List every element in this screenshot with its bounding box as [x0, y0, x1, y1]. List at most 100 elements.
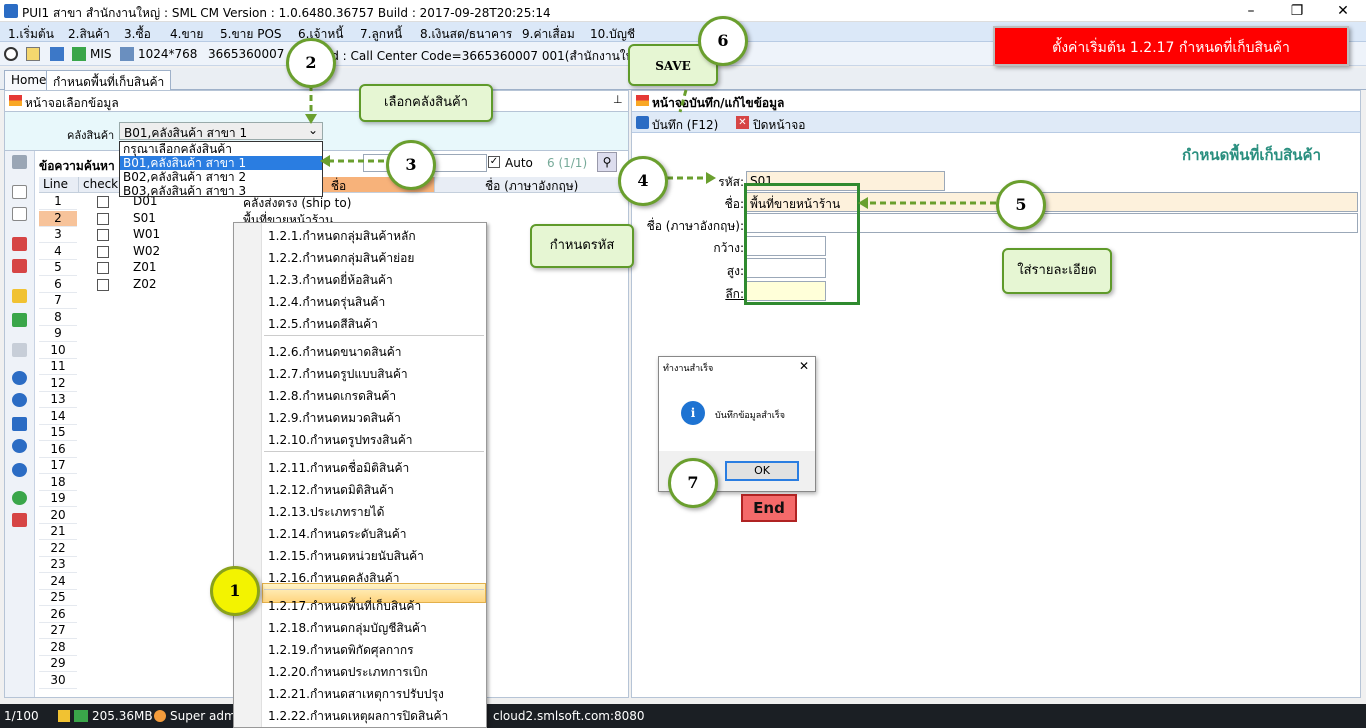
row-line-number[interactable]: 18 [39, 475, 77, 491]
row-line-number[interactable]: 8 [39, 310, 77, 326]
row-line-number[interactable]: 15 [39, 425, 77, 441]
list-icon[interactable] [12, 343, 27, 357]
close-icon[interactable]: ✕ [736, 116, 749, 129]
warehouse-select[interactable]: B01,คลังสินค้า สาขา 1 ⌄ [119, 122, 323, 140]
menu-item[interactable]: 1.2.5.กำหนดสีสินค้า [268, 315, 378, 333]
dropdown-option-selected[interactable]: B01,คลังสินค้า สาขา 1 [120, 156, 322, 170]
row-line-number[interactable]: 12 [39, 376, 77, 392]
menu-item[interactable]: 1.2.7.กำหนดรูปแบบสินค้า [268, 365, 408, 383]
menu-item[interactable]: 1.2.8.กำหนดเกรดสินค้า [268, 387, 396, 405]
menu-item[interactable]: 1.2.22.กำหนดเหตุผลการปิดสินค้า [268, 707, 448, 725]
menu-item[interactable]: 1.2.9.กำหนดหมวดสินค้า [268, 409, 401, 427]
menu-item[interactable]: 1.2.19.กำหนดพิกัดศุลกากร [268, 641, 414, 659]
export-icon[interactable] [12, 313, 27, 327]
row-line-number[interactable]: 7 [39, 293, 77, 309]
row-line-number[interactable]: 29 [39, 656, 77, 672]
col-line[interactable]: Line [39, 177, 79, 193]
row-line-number[interactable]: 1 [39, 194, 77, 210]
row-line-number[interactable]: 2 [39, 210, 77, 227]
menu-item[interactable]: 1.2.15.กำหนดหน่วยนับสินค้า [268, 547, 424, 565]
row-line-number[interactable]: 27 [39, 623, 77, 639]
save-button[interactable]: บันทึก (F12) [652, 116, 718, 135]
row-line-number[interactable]: 26 [39, 607, 77, 623]
menu-item[interactable]: 1.2.16.กำหนดคลังสินค้า [268, 569, 399, 587]
row-code[interactable]: Z02 [133, 277, 157, 291]
document-icon[interactable] [12, 185, 27, 199]
fast-forward-icon[interactable] [12, 417, 27, 431]
row-line-number[interactable]: 21 [39, 524, 77, 540]
row-line-number[interactable]: 22 [39, 541, 77, 557]
close-screen-button[interactable]: ปิดหน้าจอ [753, 116, 806, 135]
menu-item[interactable]: 1.2.3.กำหนดยี่ห้อสินค้า [268, 271, 393, 289]
row-line-number[interactable]: 20 [39, 508, 77, 524]
menu-item[interactable]: 1.2.4.กำหนดรุ่นสินค้า [268, 293, 385, 311]
row-code[interactable]: W02 [133, 244, 160, 258]
tab-storage-area[interactable]: กำหนดพื้นที่เก็บสินค้า [46, 70, 172, 90]
menu-item[interactable]: 1.2.18.กำหนดกลุ่มบัญชีสินค้า [268, 619, 427, 637]
close-red-icon[interactable] [12, 513, 27, 527]
menu-item[interactable]: 1.2.20.กำหนดประเภทการเบิก [268, 663, 428, 681]
auto-checkbox[interactable]: ✓ [488, 156, 500, 168]
row-line-number[interactable]: 28 [39, 640, 77, 656]
row-line-number[interactable]: 30 [39, 673, 77, 689]
arrow-down-icon[interactable] [12, 463, 27, 477]
dialog-close-icon[interactable]: ✕ [799, 359, 809, 373]
mis-label[interactable]: MIS [90, 47, 112, 61]
delete-doc-icon[interactable] [12, 259, 27, 273]
row-checkbox[interactable] [97, 278, 109, 291]
row-line-number[interactable]: 11 [39, 359, 77, 375]
row-checkbox[interactable] [97, 212, 109, 225]
checklist-icon[interactable] [12, 237, 27, 251]
pin-icon[interactable]: ⊥ [613, 93, 623, 106]
row-line-number[interactable]: 16 [39, 442, 77, 458]
dropdown-option[interactable]: กรุณาเลือกคลังสินค้า [120, 142, 322, 156]
row-line-number[interactable]: 9 [39, 326, 77, 342]
col-name-en[interactable]: ชื่อ (ภาษาอังกฤษ) [435, 177, 628, 193]
row-line-number[interactable]: 25 [39, 590, 77, 606]
arrow-right-icon[interactable] [12, 393, 27, 407]
arrow-left-icon[interactable] [12, 371, 27, 385]
row-line-number[interactable]: 3 [39, 227, 77, 243]
row-line-number[interactable]: 13 [39, 392, 77, 408]
chart-icon[interactable] [72, 47, 86, 61]
row-checkbox[interactable] [97, 196, 109, 208]
menu-item[interactable]: 1.2.13.ประเภทรายได้ [268, 503, 384, 521]
minimize-button[interactable]: – [1228, 0, 1274, 22]
tree-icon[interactable] [12, 155, 27, 169]
row-line-number[interactable]: 6 [39, 277, 77, 293]
menu-item[interactable]: 1.2.14.กำหนดระดับสินค้า [268, 525, 407, 543]
row-line-number[interactable]: 19 [39, 491, 77, 507]
dropdown-option[interactable]: B02,คลังสินค้า สาขา 2 [120, 170, 322, 184]
save-icon[interactable] [636, 116, 649, 129]
menu-item[interactable]: 1.2.6.กำหนดขนาดสินค้า [268, 343, 402, 361]
menu-item-storage-area[interactable]: 1.2.17.กำหนดพื้นที่เก็บสินค้า [268, 597, 421, 615]
clock-icon[interactable] [4, 47, 18, 61]
chevron-down-icon[interactable]: ⌄ [308, 123, 318, 137]
row-checkbox[interactable] [97, 229, 109, 241]
menu-item[interactable]: 1.2.2.กำหนดกลุ่มสินค้าย่อย [268, 249, 414, 267]
row-code[interactable]: W01 [133, 227, 160, 241]
dropdown-option[interactable]: B03,คลังสินค้า สาขา 3 [120, 184, 322, 198]
row-checkbox[interactable] [97, 262, 109, 274]
row-line-number[interactable]: 5 [39, 260, 77, 276]
layout-icon[interactable] [26, 47, 40, 61]
row-code[interactable]: S01 [133, 211, 156, 225]
row-line-number[interactable]: 23 [39, 557, 77, 573]
menu-item[interactable]: 1.2.1.กำหนดกลุ่มสินค้าหลัก [268, 227, 416, 245]
close-window-button[interactable]: ✕ [1320, 0, 1366, 22]
calculator-icon[interactable] [50, 47, 64, 61]
menu-item[interactable]: 1.2.12.กำหนดมิติสินค้า [268, 481, 394, 499]
row-line-number[interactable]: 17 [39, 458, 77, 474]
restore-button[interactable]: ❐ [1274, 0, 1320, 22]
row-checkbox[interactable] [97, 245, 109, 258]
document-new-icon[interactable] [12, 207, 27, 221]
row-line-number[interactable]: 14 [39, 409, 77, 425]
arrow-up-icon[interactable] [12, 439, 27, 453]
row-code[interactable]: Z01 [133, 260, 157, 274]
ok-button[interactable]: OK [725, 461, 799, 481]
lock-doc-icon[interactable] [12, 289, 27, 303]
row-line-number[interactable]: 24 [39, 574, 77, 590]
menu-item[interactable]: 1.2.10.กำหนดรูปทรงสินค้า [268, 431, 412, 449]
row-line-number[interactable]: 4 [39, 244, 77, 260]
end-button[interactable]: End [741, 494, 797, 522]
